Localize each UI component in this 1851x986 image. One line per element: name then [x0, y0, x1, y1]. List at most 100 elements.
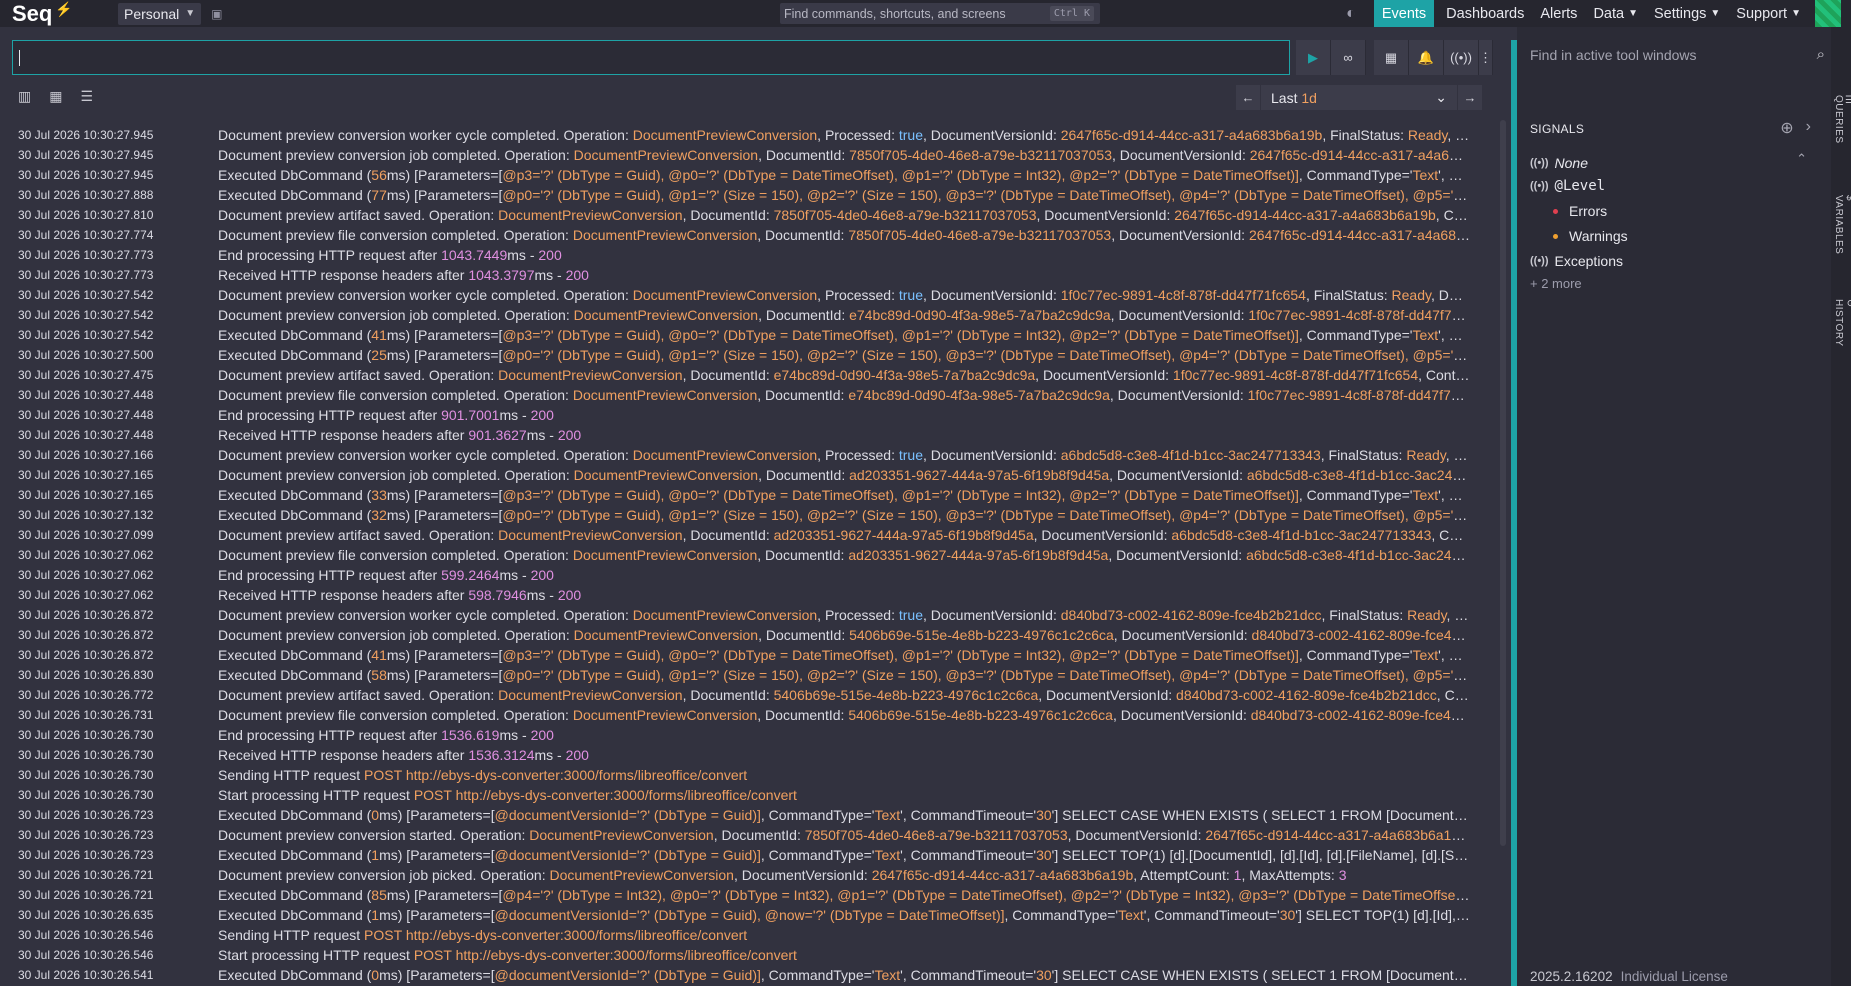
property-value[interactable]: POST [364, 767, 402, 783]
property-value[interactable]: DocumentPreviewConversion [573, 707, 757, 723]
property-value[interactable]: 85 [371, 887, 387, 903]
property-value[interactable]: a6bdc5d8-c3e8-4f1d-b1cc-3ac247713343 [1171, 527, 1431, 543]
property-value[interactable]: 200 [531, 727, 554, 743]
event-row[interactable]: 30 Jul 2026 10:30:26.546 Sending HTTP req… [0, 925, 1500, 945]
property-value[interactable]: 200 [558, 587, 581, 603]
property-value[interactable]: 1 [371, 847, 379, 863]
event-row[interactable]: 30 Jul 2026 10:30:27.774 Document preview… [0, 225, 1500, 245]
property-value[interactable]: 901.7001 [441, 407, 499, 423]
property-value[interactable]: @documentVersionId='?' (DbType = Guid)] [495, 967, 761, 983]
event-row[interactable]: 30 Jul 2026 10:30:27.542 Executed DbComma… [0, 325, 1500, 345]
property-value[interactable]: 2647f65c-d914-44cc-a317-a4a683b6a19b [1174, 207, 1436, 223]
nav-support[interactable]: Support ▼ [1728, 0, 1809, 27]
property-value[interactable]: a6bdc5d8-c3e8-4f1d-b1cc-3ac2477... [1247, 467, 1470, 483]
property-value[interactable]: d840bd73-c002-4162-809e-fce4b2b21dcc [1176, 687, 1437, 703]
property-value[interactable]: DocumentPreviewConversion [574, 307, 758, 323]
property-value[interactable]: DocumentPreviewConversion [633, 127, 817, 143]
property-value[interactable]: @p3='?' (DbType = Guid), @p0='?' (DbType… [502, 327, 1298, 343]
property-value[interactable]: e74bc89d-0d90-4f3a-98e5-7a7ba2c9dc9a [848, 387, 1110, 403]
property-value[interactable]: @p0='?' (DbType = Guid), @p1='?' (Size =… [502, 667, 1470, 683]
event-row[interactable]: 30 Jul 2026 10:30:27.475 Document preview… [0, 365, 1500, 385]
property-value[interactable]: DocumentPreviewConversion [498, 687, 682, 703]
property-value[interactable]: http://ebys-dys-converter:3000/forms/lib… [406, 767, 747, 783]
event-row[interactable]: 30 Jul 2026 10:30:27.448 Document preview… [0, 385, 1500, 405]
property-value[interactable]: ad203351-9627-444a-97a5-6f19b8f9d45a [849, 467, 1109, 483]
event-row[interactable]: 30 Jul 2026 10:30:26.721 Document preview… [0, 865, 1500, 885]
property-value[interactable]: ad203351-9627-444a-97a5-6f19b8f9d45a [848, 547, 1108, 563]
event-row[interactable]: 30 Jul 2026 10:30:26.772 Document preview… [0, 685, 1500, 705]
event-row[interactable]: 30 Jul 2026 10:30:27.773 End processing H… [0, 245, 1500, 265]
property-value[interactable]: Ready [1406, 447, 1445, 463]
range-selector[interactable]: Last 1d ⌄ [1261, 85, 1457, 110]
event-row[interactable]: 30 Jul 2026 10:30:26.872 Executed DbComma… [0, 645, 1500, 665]
event-row[interactable]: 30 Jul 2026 10:30:27.099 Document preview… [0, 525, 1500, 545]
chevron-right-icon[interactable]: › [1806, 118, 1811, 138]
histogram-view-icon[interactable]: ▥ [18, 88, 31, 105]
event-row[interactable]: 30 Jul 2026 10:30:26.730 Sending HTTP req… [0, 765, 1500, 785]
event-row[interactable]: 30 Jul 2026 10:30:26.541 Executed DbComma… [0, 965, 1500, 985]
range-back-button[interactable]: ← [1236, 85, 1260, 110]
property-value[interactable]: @documentVersionId='?' (DbType = Guid), … [495, 907, 1005, 923]
property-value[interactable]: @p3='?' (DbType = Guid), @p0='?' (DbType… [502, 167, 1298, 183]
property-value[interactable]: 41 [371, 647, 387, 663]
property-value[interactable]: @p3='?' (DbType = Guid), @p0='?' (DbType… [502, 647, 1298, 663]
property-value[interactable]: DocumentPreviewConversion [498, 207, 682, 223]
property-value[interactable]: Text [1412, 327, 1438, 343]
tail-toggle-icon[interactable]: ∞ [1331, 40, 1366, 75]
property-value[interactable]: Text [874, 807, 900, 823]
event-row[interactable]: 30 Jul 2026 10:30:26.730 Received HTTP re… [0, 745, 1500, 765]
property-value[interactable]: POST [364, 927, 402, 943]
event-row[interactable]: 30 Jul 2026 10:30:27.448 Received HTTP re… [0, 425, 1500, 445]
event-row[interactable]: 30 Jul 2026 10:30:26.723 Document preview… [0, 825, 1500, 845]
property-value[interactable]: DocumentPreviewConversion [529, 827, 713, 843]
property-value[interactable]: POST [414, 947, 452, 963]
property-value[interactable]: DocumentPreviewConversion [573, 387, 757, 403]
save-icon[interactable]: ▣ [211, 7, 222, 21]
property-value[interactable]: DocumentPreviewConversion [573, 227, 757, 243]
property-value[interactable]: 200 [531, 567, 554, 583]
add-signal-icon[interactable]: ⊕ [1780, 118, 1793, 138]
property-value[interactable]: @documentVersionId='?' (DbType = Guid)] [495, 847, 761, 863]
event-row[interactable]: 30 Jul 2026 10:30:26.731 Document preview… [0, 705, 1500, 725]
property-value[interactable]: @p4='?' (DbType = Int32), @p0='?' (DbTyp… [502, 887, 1469, 903]
event-row[interactable]: 30 Jul 2026 10:30:27.810 Document preview… [0, 205, 1500, 225]
tab-history[interactable]: ↺ HISTORY [1833, 299, 1851, 347]
nav-dashboards[interactable]: Dashboards [1438, 0, 1532, 27]
property-value[interactable]: a6bdc5d8-c3e8-4f1d-b1cc-3ac2477... [1246, 547, 1470, 563]
signal-exceptions[interactable]: ((•)) Exceptions [1530, 253, 1623, 269]
search-icon[interactable]: ⌕ [1817, 46, 1825, 63]
property-value[interactable]: 77 [371, 187, 387, 203]
property-value[interactable]: 41 [371, 327, 387, 343]
property-value[interactable]: http://ebys-dys-converter:3000/forms/lib… [406, 927, 747, 943]
property-value[interactable]: true [899, 287, 923, 303]
property-value[interactable]: 1 [371, 907, 379, 923]
property-value[interactable]: 2647f65c-d914-44cc-a317-a4a683... [1249, 227, 1470, 243]
property-value[interactable]: Ready [1408, 127, 1447, 143]
property-value[interactable]: DocumentPreviewConversion [574, 627, 758, 643]
property-value[interactable]: http://ebys-dys-converter:3000/forms/lib… [456, 787, 797, 803]
property-value[interactable]: @p0='?' (DbType = Guid), @p1='?' (Size =… [502, 507, 1470, 523]
property-value[interactable]: POST [414, 787, 452, 803]
property-value[interactable]: e74bc89d-0d90-4f3a-98e5-7a7ba2c9dc9a [849, 307, 1111, 323]
event-row[interactable]: 30 Jul 2026 10:30:27.062 End processing H… [0, 565, 1500, 585]
add-alert-icon[interactable]: 🔔 [1409, 40, 1444, 75]
event-row[interactable]: 30 Jul 2026 10:30:26.730 Start processing… [0, 785, 1500, 805]
event-row[interactable]: 30 Jul 2026 10:30:26.830 Executed DbComma… [0, 665, 1500, 685]
property-value[interactable]: DocumentPreviewConversion [498, 367, 682, 383]
property-value[interactable]: 901.3627 [468, 427, 526, 443]
property-value[interactable]: 1f0c77ec-9891-4c8f-878f-dd47f71fc654 [1173, 367, 1418, 383]
property-value[interactable]: d840bd73-c002-4162-809e-fce4b2... [1251, 707, 1470, 723]
property-value[interactable]: http://ebys-dys-converter:3000/forms/lib… [456, 947, 797, 963]
list-view-icon[interactable]: ☰ [80, 88, 93, 105]
property-value[interactable]: 1536.619 [441, 727, 499, 743]
property-value[interactable]: 32 [371, 507, 387, 523]
property-value[interactable]: 200 [531, 407, 554, 423]
property-value[interactable]: 25 [371, 347, 387, 363]
property-value[interactable]: 1f0c77ec-9891-4c8f-878f-dd47f71f... [1248, 387, 1470, 403]
event-row[interactable]: 30 Jul 2026 10:30:27.945 Document preview… [0, 125, 1500, 145]
nav-data[interactable]: Data ▼ [1585, 0, 1646, 27]
property-value[interactable]: Ready [1392, 287, 1431, 303]
property-value[interactable]: 1043.3797 [468, 267, 534, 283]
property-value[interactable]: DocumentPreviewConversion [498, 527, 682, 543]
event-row[interactable]: 30 Jul 2026 10:30:27.945 Document preview… [0, 145, 1500, 165]
